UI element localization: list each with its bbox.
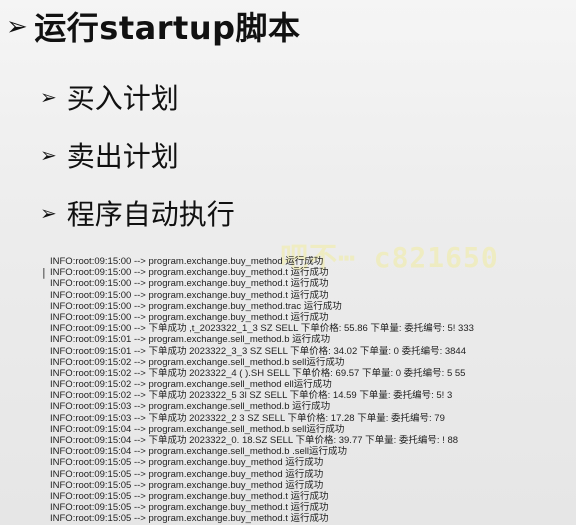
log-line: INFO:root:09:15:05 --> program.exchange.…	[50, 468, 324, 480]
slide-title: ➢ 运行startup脚本	[6, 2, 301, 50]
log-line: INFO:root:09:15:05 --> program.exchange.…	[50, 513, 329, 525]
log-line: INFO:root:09:15:02 --> program.exchange.…	[50, 379, 332, 391]
bullet-text: 买入计划	[66, 82, 179, 115]
bullet-item: ➢ 程序自动执行	[40, 184, 235, 242]
arrow-bullet-icon: ➢	[40, 85, 57, 109]
bullet-item: ➢ 买入计划	[40, 68, 235, 126]
log-line: INFO:root:09:15:00 --> program.exchange.…	[50, 289, 329, 301]
log-line: INFO:root:09:15:01 --> program.exchange.…	[50, 334, 331, 346]
log-line: INFO:root:09:15:04 --> 下单成功 2023322_0. 1…	[50, 435, 459, 446]
log-line: INFO:root:09:15:02 --> program.exchange.…	[50, 356, 345, 368]
log-line: INFO:root:09:15:00 --> program.exchange.…	[50, 256, 324, 267]
log-line: INFO:root:09:15:05 --> program.exchange.…	[50, 490, 329, 502]
log-line: INFO:root:09:15:00 --> program.exchange.…	[50, 300, 342, 312]
bullet-text: 程序自动执行	[66, 198, 235, 231]
log-line: INFO:root:09:15:00 --> program.exchange.…	[50, 311, 329, 323]
log-line: INFO:root:09:15:02 --> 下单成功 2023322_4 ( …	[50, 367, 466, 379]
log-line: INFO:root:09:15:02 --> 下单成功 2023322_5 3l…	[50, 390, 453, 402]
arrow-bullet-icon: ➢	[40, 201, 57, 225]
log-line: INFO:root:09:15:04 --> program.exchange.…	[50, 423, 345, 435]
log-line: INFO:root:09:15:05 --> program.exchange.…	[50, 502, 329, 514]
log-line: INFO:root:09:15:03 --> program.exchange.…	[50, 401, 331, 413]
log-line: INFO:root:09:15:05 --> program.exchange.…	[50, 457, 324, 469]
text-cursor-icon: |	[42, 266, 46, 279]
arrow-bullet-icon: ➢	[6, 12, 29, 42]
log-line: INFO:root:09:15:00 --> program.exchange.…	[50, 267, 329, 279]
log-line: INFO:root:09:15:04 --> program.exchange.…	[50, 446, 348, 458]
bullet-item: ➢ 卖出计划	[40, 126, 235, 184]
log-line: INFO:root:09:15:03 --> 下单成功 2023322_2 3 …	[50, 412, 445, 424]
log-line: INFO:root:09:15:00 --> program.exchange.…	[50, 278, 329, 290]
bullet-list: ➢ 买入计划 ➢ 卖出计划 ➢ 程序自动执行	[40, 68, 235, 242]
log-line: INFO:root:09:15:05 --> program.exchange.…	[50, 479, 324, 491]
log-line: INFO:root:09:15:01 --> 下单成功 2023322_3_3 …	[50, 345, 466, 357]
slide-title-text: 运行startup脚本	[34, 9, 301, 47]
arrow-bullet-icon: ➢	[40, 143, 57, 167]
bullet-text: 卖出计划	[66, 140, 179, 173]
log-output: INFO:root:09:15:00 --> program.exchange.…	[50, 256, 550, 525]
log-line: INFO:root:09:15:00 --> 下单成功 ,t_2023322_1…	[50, 323, 474, 335]
